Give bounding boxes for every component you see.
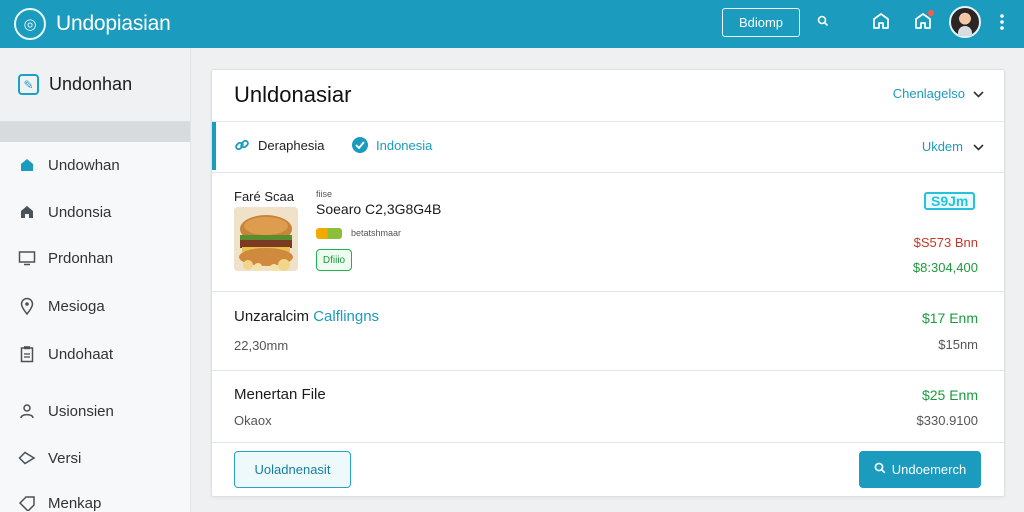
sidebar-item-versi[interactable]: Versi	[0, 441, 191, 475]
edit-square-icon: ✎	[18, 74, 39, 95]
check-circle-icon	[352, 137, 368, 153]
chevron-down-icon	[973, 87, 984, 101]
secondary-button[interactable]: Uoladnenasit	[234, 451, 351, 488]
filter-chip-indonesia[interactable]: Indonesia	[352, 137, 432, 153]
sidebar-title: Undonhan	[49, 74, 133, 94]
home-outline-icon[interactable]	[870, 10, 892, 32]
active-accent-bar	[212, 122, 216, 170]
brand[interactable]: ◎ Undopiasian	[14, 8, 171, 40]
primary-search-button[interactable]: Undoemerch	[859, 451, 981, 488]
list-item[interactable]: Unzaralcim Calflingns 22,30mm $17 Enm $1…	[212, 292, 1004, 371]
sidebar-item-label: Undohaat	[48, 345, 114, 363]
chevron-down-icon	[973, 140, 984, 154]
row-label-accent: Calflingns	[313, 308, 380, 325]
brand-name: Undopiasian	[56, 12, 171, 35]
house-icon	[17, 202, 37, 222]
row-small-label: fiise	[316, 189, 333, 199]
sidebar-item-usionsien[interactable]: Usionsien	[0, 394, 191, 428]
primary-button-label: Undoemerch	[891, 462, 967, 477]
avatar[interactable]	[949, 6, 981, 38]
search-icon[interactable]	[815, 13, 831, 29]
price-primary: $25 Enm	[921, 387, 978, 403]
price-secondary: $330.9100	[916, 413, 978, 428]
filter-chip-label: Deraphesia	[258, 137, 325, 153]
main-card: Unldonasiar Chenlagelso Deraphesia Indon…	[211, 69, 1005, 497]
row-sub: Okaox	[234, 413, 272, 428]
globe-logo-icon: ◎	[14, 8, 46, 40]
row-sub: 22,30mm	[234, 338, 289, 353]
sidebar-item-label: Usionsien	[48, 402, 114, 420]
sidebar-item-mesioga[interactable]: Mesioga	[0, 289, 191, 323]
sidebar-header[interactable]: ✎ Undonhan	[0, 48, 190, 122]
row-label: Menertan File	[234, 386, 326, 403]
filter-dropdown-label: Ukdem	[921, 139, 963, 154]
filter-row: Deraphesia Indonesia Ukdem	[212, 122, 1004, 173]
sidebar-item-undohaat[interactable]: Undohaat	[0, 337, 191, 371]
diamond-icon	[17, 448, 37, 468]
user-icon	[17, 401, 37, 421]
card-footer: Uoladnenasit Undoemerch	[212, 443, 1004, 496]
filter-dropdown[interactable]: Ukdem	[922, 139, 984, 154]
status-badge: Dfiiio	[316, 249, 352, 271]
sidebar-item-menkap[interactable]: Menkap	[0, 486, 191, 512]
filter-chip-label: Indonesia	[376, 137, 433, 153]
monitor-icon	[17, 248, 37, 268]
price-primary: $17 Enm	[921, 310, 978, 326]
sidebar-item-undowhan[interactable]: Undowhan	[0, 148, 191, 182]
row-label: Unzaralcim Calflingns	[234, 308, 379, 325]
search-icon	[874, 462, 886, 477]
location-pin-icon	[17, 296, 37, 316]
price-secondary: $8:304,400	[912, 260, 978, 275]
top-app-bar: ◎ Undopiasian Bdiomp	[0, 0, 1024, 48]
burger-image	[234, 207, 298, 271]
sidebar-item-prdonhan[interactable]: Prdonhan	[0, 241, 191, 275]
sidebar-item-label: Prdonhan	[48, 249, 114, 267]
price-badge: S9Jm	[924, 192, 976, 210]
row-label-main: Unzaralcim	[234, 308, 310, 325]
price-primary: $S573 Bnn	[913, 235, 978, 250]
tag-icon	[17, 493, 37, 512]
sidebar-item-label: Undonsia	[48, 203, 112, 221]
product-name: Soearo C2,3G8G4B	[316, 201, 442, 217]
home-icon	[17, 155, 37, 175]
color-swatch-icon	[316, 228, 342, 239]
clipboard-icon	[17, 344, 37, 364]
sidebar-divider	[0, 122, 190, 142]
notification-dot	[928, 10, 934, 16]
product-description: betatshmaar	[351, 228, 402, 238]
sidebar-item-label: Undowhan	[48, 156, 120, 174]
sidebar-item-label: Menkap	[48, 494, 102, 512]
sidebar-item-undonsia[interactable]: Undonsia	[0, 195, 191, 229]
list-item[interactable]: Faré Scaa fiise Soearo C2,3G8G4B betatsh…	[212, 173, 1004, 292]
card-header: Unldonasiar Chenlagelso	[212, 70, 1004, 122]
header-dropdown-label: Chenlagelso	[892, 86, 965, 101]
link-icon	[234, 137, 250, 153]
price-secondary: $15nm	[938, 337, 978, 352]
sidebar: ✎ Undonhan Undowhan Undonsia Prdonhan Me…	[0, 48, 191, 512]
sidebar-item-label: Versi	[48, 449, 82, 467]
more-vert-icon[interactable]	[994, 11, 1010, 33]
page-title: Unldonasiar	[234, 82, 352, 107]
list-item[interactable]: Menertan File Okaox $25 Enm $330.9100	[212, 371, 1004, 443]
filter-chip-deraphesia[interactable]: Deraphesia	[234, 137, 325, 153]
sidebar-item-label: Mesioga	[48, 297, 105, 315]
row-label: Faré Scaa	[234, 189, 294, 204]
header-dropdown[interactable]: Chenlagelso	[893, 86, 984, 101]
top-action-button[interactable]: Bdiomp	[722, 8, 800, 37]
